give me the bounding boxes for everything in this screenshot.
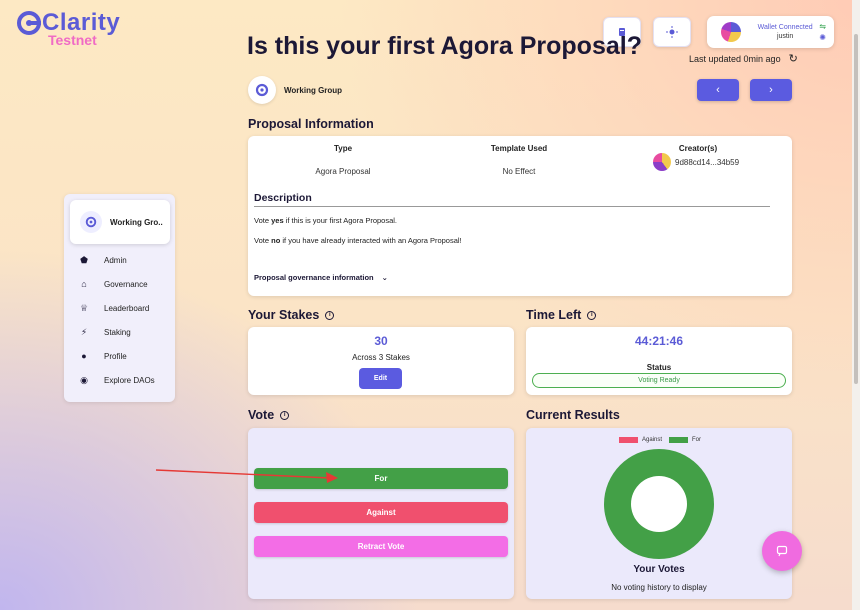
legend-swatch-against[interactable] [619,437,638,443]
creator[interactable]: 9d88cd14...34b59 [653,153,739,171]
stakes-title-text: Your Stakes [248,308,320,322]
description-line-2: Vote no if you have already interacted w… [254,236,462,245]
time-left-card: 44:21:46 Status Voting Ready [526,327,792,395]
info-icon[interactable]: i [280,410,290,420]
last-updated: Last updated 0min ago ↻ [689,52,798,65]
connected-icon: ⇋ [819,22,826,31]
sidebar-item-leaderboard[interactable]: ♕ Leaderboard [78,303,149,314]
shield-icon: ⬟ [80,255,88,265]
sun-icon [666,26,678,38]
legend-swatch-for[interactable] [669,437,689,443]
chat-icon [776,545,788,557]
governance-info-toggle[interactable]: Proposal governance information ⌄ [254,273,388,282]
prev-proposal-button[interactable]: ‹ [697,79,739,101]
time-left-value: 44:21:46 [634,334,684,348]
chat-button[interactable] [762,531,802,571]
sidebar-group-logo-icon [80,211,102,233]
trophy-icon: ♕ [79,303,89,313]
sidebar-item-admin[interactable]: ⬟ Admin [78,255,127,266]
refresh-icon[interactable]: ↻ [789,52,798,65]
vote-title-text: Vote [248,408,275,422]
proposal-info-title: Proposal Information [248,117,374,131]
description-line-1: Vote yes if this is your first Agora Pro… [254,216,398,225]
bolt-icon: ⚡ [80,327,88,337]
proposal-group[interactable]: Working Group [248,76,342,104]
sidebar-item-profile[interactable]: ● Profile [78,351,127,361]
sidebar-item-label: Explore DAOs [104,376,155,385]
sidebar-item-label: Governance [104,279,148,289]
proposal-info-card: Type Agora Proposal Template Used No Eff… [248,136,792,296]
group-name: Working Group [284,85,343,95]
user-icon: ● [81,351,87,361]
proposal-info-title-text: Proposal Information [248,117,374,131]
sidebar-group-name: Working Gro.. [110,217,163,227]
wallet-avatar [721,22,741,42]
sidebar-item-label: Profile [104,351,127,361]
type-value: Agora Proposal [315,167,371,176]
status-badge: Voting Ready [532,373,786,388]
template-value: No Effect [502,167,536,176]
group-logo-icon [248,76,276,104]
results-title-text: Current Results [526,408,620,422]
last-updated-text: Last updated 0min ago [689,53,781,64]
wallet-button[interactable]: Wallet Connected justin ⇋ ✺ [707,16,834,48]
sidebar: Working Gro.. ⬟ Admin ⌂ Governance ♕ Leader… [64,194,175,402]
stakes-title: Your Stakes i [248,308,335,322]
sidebar-item-label: Leaderboard [104,304,150,313]
stake-amount: 30 [374,334,388,348]
creator-address: 9d88cd14...34b59 [675,157,740,167]
creator-header: Creator(s) [678,144,718,153]
edit-stakes-button[interactable]: Edit [359,368,402,389]
donut-hole [631,476,687,532]
sidebar-item-staking[interactable]: ⚡ Staking [78,327,131,338]
time-left-title-text: Time Left [526,308,582,322]
wallet-status: Wallet Connected [757,24,813,31]
time-left-title: Time Left i [526,308,597,322]
vote-against-button[interactable]: Against [254,502,508,523]
sidebar-item-label: Admin [104,256,127,265]
governance-info-label: Proposal governance information [254,273,374,282]
chevron-left-icon: ‹ [716,84,720,96]
info-icon[interactable]: i [587,310,597,320]
legend-label-against: Against [642,437,663,443]
page-title: Is this your first Agora Proposal? [247,32,642,60]
theme-toggle-button[interactable] [653,17,691,47]
next-proposal-button[interactable]: › [750,79,792,101]
sidebar-item-governance[interactable]: ⌂ Governance [78,279,148,289]
wallet-user: justin [776,33,794,40]
vote-title: Vote i [248,408,290,422]
annotation-arrow [155,469,338,483]
compass-icon: ◉ [80,375,88,385]
results-donut-chart [604,449,714,559]
legend-label-for: For [692,437,702,443]
type-header: Type [333,144,353,153]
retract-vote-button[interactable]: Retract Vote [254,536,508,557]
chevron-down-icon: ⌄ [381,273,388,282]
stakes-card: 30 Across 3 Stakes Edit [248,327,514,395]
stake-subtitle: Across 3 Stakes [352,353,410,362]
results-legend: Against For [619,437,701,443]
results-card: Against For Your Votes No voting history… [526,428,792,599]
sidebar-item-explore-daos[interactable]: ◉ Explore DAOs [78,375,155,386]
sidebar-item-label: Staking [104,328,131,337]
chevron-right-icon: › [769,84,773,96]
status-label: Status [646,363,672,372]
bank-icon: ⌂ [81,279,87,289]
info-icon[interactable]: i [325,310,335,320]
sidebar-group-card[interactable]: Working Gro.. [70,200,170,244]
clarity-logo-icon [16,10,42,36]
your-votes-title: Your Votes [633,564,685,575]
settings-icon[interactable]: ✺ [819,33,826,42]
results-title: Current Results [526,408,620,422]
description-title: Description [254,192,770,207]
no-history-text: No voting history to display [611,583,707,592]
template-header: Template Used [490,144,548,153]
scrollbar-thumb[interactable] [854,34,858,384]
clarity-logo[interactable]: Clarity Testnet [16,10,120,48]
vote-card: For Against Retract Vote [248,428,514,599]
creator-avatar [653,153,671,171]
